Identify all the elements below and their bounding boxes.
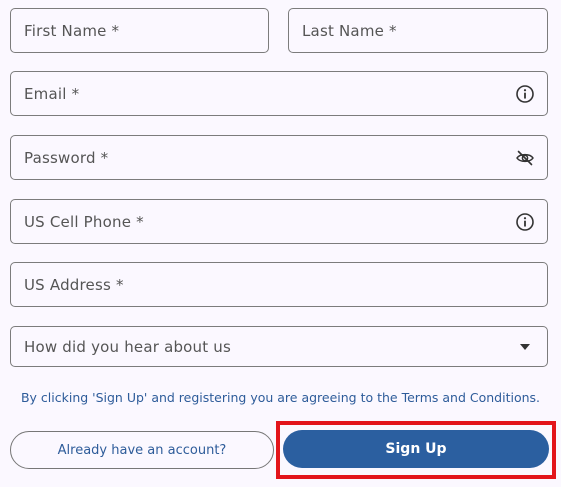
signup-label: Sign Up (385, 441, 447, 457)
address-label: US Address * (24, 275, 124, 294)
email-field[interactable]: Email * (10, 71, 548, 116)
terms-text: By clicking 'Sign Up' and registering yo… (20, 390, 541, 405)
first-name-field[interactable]: First Name * (10, 8, 269, 53)
info-icon[interactable] (515, 212, 535, 232)
caret-down-icon (515, 337, 535, 357)
password-label: Password * (24, 148, 109, 167)
last-name-label: Last Name * (302, 21, 397, 40)
phone-field[interactable]: US Cell Phone * (10, 199, 548, 244)
eye-slash-icon[interactable] (515, 148, 535, 168)
email-label: Email * (24, 84, 80, 103)
address-field[interactable]: US Address * (10, 262, 548, 307)
first-name-label: First Name * (24, 21, 120, 40)
info-icon[interactable] (515, 84, 535, 104)
phone-label: US Cell Phone * (24, 212, 144, 231)
login-link-button[interactable]: Already have an account? (10, 431, 274, 469)
password-field[interactable]: Password * (10, 135, 548, 180)
last-name-field[interactable]: Last Name * (288, 8, 548, 53)
referral-select-value: How did you hear about us (24, 337, 232, 356)
referral-select[interactable]: How did you hear about us (10, 326, 548, 367)
signup-button[interactable]: Sign Up (283, 430, 549, 468)
login-link-label: Already have an account? (57, 442, 227, 458)
